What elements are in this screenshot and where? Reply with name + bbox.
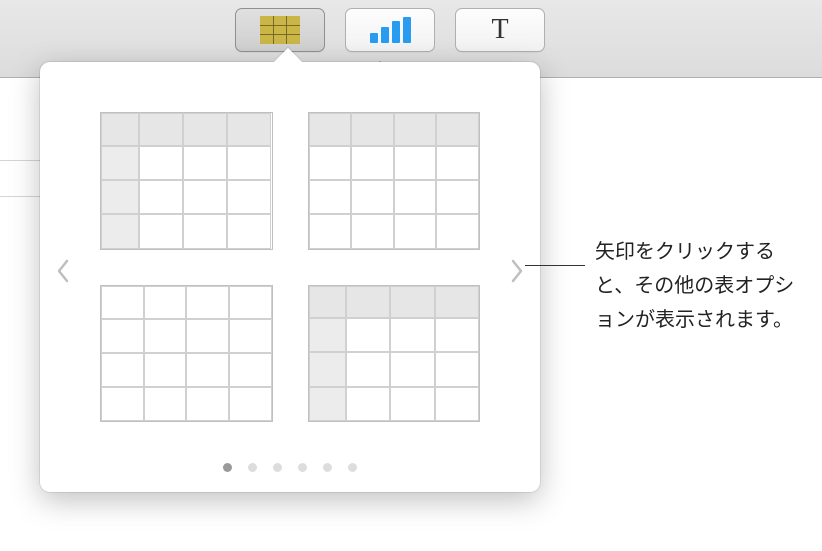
table-style-option-4[interactable] xyxy=(308,285,481,423)
table-style-option-2[interactable] xyxy=(308,112,481,250)
page-dot-3[interactable] xyxy=(273,463,282,472)
table-icon xyxy=(235,8,325,52)
table-style-option-1[interactable] xyxy=(100,112,273,250)
page-dot-2[interactable] xyxy=(248,463,257,472)
text-icon: T xyxy=(455,8,545,52)
table-style-option-3[interactable] xyxy=(100,285,273,423)
callout-arrow-hint: 矢印をクリックすると、その他の表オプションが表示されます。 xyxy=(595,235,805,337)
prev-page-arrow[interactable] xyxy=(48,241,78,301)
page-dot-5[interactable] xyxy=(323,463,332,472)
page-dot-4[interactable] xyxy=(298,463,307,472)
chart-icon xyxy=(345,8,435,52)
callout-leader-line xyxy=(525,265,585,266)
chevron-right-icon xyxy=(510,259,524,283)
page-indicator xyxy=(40,463,540,472)
page-dot-1[interactable] xyxy=(223,463,232,472)
table-styles-grid xyxy=(100,112,480,422)
document-ruled-lines xyxy=(0,160,42,197)
chevron-left-icon xyxy=(56,259,70,283)
table-styles-popover xyxy=(40,62,540,492)
next-page-arrow[interactable] xyxy=(502,241,532,301)
page-dot-6[interactable] xyxy=(348,463,357,472)
